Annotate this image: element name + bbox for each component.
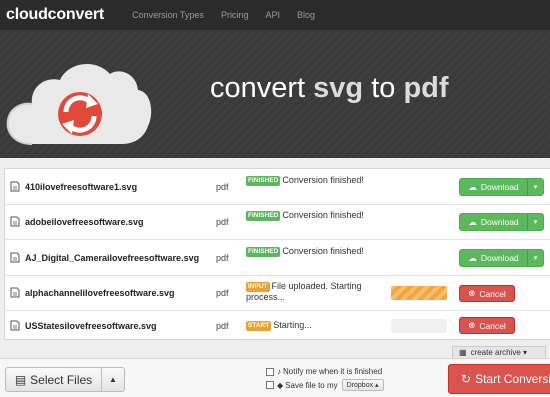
output-format[interactable]: pdf <box>216 217 229 227</box>
output-format[interactable]: pdf <box>216 321 229 331</box>
progress-fill <box>391 286 447 300</box>
page-title: convert svg to pdf <box>210 72 449 105</box>
output-format[interactable]: pdf <box>216 182 229 192</box>
file-name: USStatesilovefreesoftware.svg <box>25 321 157 331</box>
download-button[interactable]: ☁ Download ▾ <box>459 178 544 196</box>
file-name: 410ilovefreesoftware1.svg <box>25 182 138 192</box>
title-mid: to <box>363 72 404 104</box>
file-icon <box>10 320 20 331</box>
status-badge: START <box>246 321 272 331</box>
file-icon <box>10 181 20 192</box>
progress-bar <box>391 319 447 333</box>
cloud-logo-icon <box>6 63 152 145</box>
cloud-download-icon: ☁ <box>468 252 477 263</box>
status-text: Conversion finished! <box>282 246 364 256</box>
cancel-button[interactable]: ⊗ Cancel <box>459 317 515 334</box>
chevron-down-icon: ▾ <box>523 348 528 357</box>
select-files-button[interactable]: ▤ Select Files ▲ <box>5 367 125 392</box>
file-row: 410ilovefreesoftware1.svg pdf FINISHED Co… <box>5 169 550 205</box>
top-nav: cloudconvert Conversion Types Pricing AP… <box>0 0 550 30</box>
status-badge: FINISHED <box>246 211 281 221</box>
chevron-down-icon[interactable]: ▾ <box>528 254 543 262</box>
cancel-label: Cancel <box>479 320 506 331</box>
download-main[interactable]: ☁ Download <box>460 179 528 195</box>
nav-link-api[interactable]: API <box>265 10 280 20</box>
file-status: FINISHED Conversion finished! <box>246 210 386 221</box>
cancel-button[interactable]: ⊗ Cancel <box>459 285 515 302</box>
download-label: Download <box>480 253 519 263</box>
archive-icon: ▦ <box>459 348 467 357</box>
file-row: USStatesilovefreesoftware.svg pdf START S… <box>5 311 550 341</box>
file-icon <box>10 252 20 263</box>
start-label: Start Conversion <box>475 372 550 386</box>
times-circle-icon: ⊗ <box>468 288 476 298</box>
dropbox-icon: ◆ <box>277 380 284 390</box>
cloud-download-icon: ☁ <box>468 216 477 227</box>
file-row: adobeilovefreesoftware.svg pdf FINISHED C… <box>5 205 550 240</box>
chevron-down-icon[interactable]: ▾ <box>528 183 543 191</box>
times-circle-icon: ⊗ <box>468 320 476 330</box>
download-label: Download <box>480 182 519 192</box>
select-files-main[interactable]: ▤ Select Files <box>6 368 102 391</box>
file-name: AJ_Digital_Camerailovefreesoftware.svg <box>25 253 200 263</box>
select-files-label: Select Files <box>30 372 93 387</box>
output-format[interactable]: pdf <box>216 288 229 298</box>
chevron-down-icon[interactable]: ▾ <box>528 218 543 226</box>
cloud-download-icon: ☁ <box>468 181 477 192</box>
download-button[interactable]: ☁ Download ▾ <box>459 213 544 231</box>
nav-link-conversion-types[interactable]: Conversion Types <box>132 10 204 20</box>
chevron-up-icon[interactable]: ▲ <box>102 368 124 391</box>
brand-logo[interactable]: cloudconvert <box>6 6 104 24</box>
notify-option: ♪ Notify me when it is finished <box>266 367 382 376</box>
file-status: START Starting... <box>246 320 386 331</box>
file-icon <box>10 216 20 227</box>
bottom-bar: ▤ Select Files ▲ ♪ Notify me when it is f… <box>0 358 550 397</box>
download-main[interactable]: ☁ Download <box>460 250 528 266</box>
dropbox-select[interactable]: Dropbox ▴ <box>341 379 384 391</box>
file-list: 410ilovefreesoftware1.svg pdf FINISHED Co… <box>4 168 550 340</box>
nav-link-pricing[interactable]: Pricing <box>221 10 249 20</box>
download-button[interactable]: ☁ Download ▾ <box>459 249 544 267</box>
refresh-icon: ↻ <box>461 372 472 386</box>
status-badge: FINISHED <box>246 176 281 186</box>
file-status: FINISHED Conversion finished! <box>246 246 386 257</box>
status-text: Conversion finished! <box>282 175 364 185</box>
hero-banner: convert svg to pdf <box>0 30 550 158</box>
from-format: svg <box>313 72 364 104</box>
file-name: alphachannelilovefreesoftware.svg <box>25 288 175 298</box>
save-checkbox[interactable] <box>266 381 274 389</box>
file-status: FINISHED Conversion finished! <box>246 175 386 186</box>
notify-checkbox[interactable] <box>266 367 274 376</box>
status-text: Starting... <box>273 320 312 330</box>
progress-bar <box>391 286 447 300</box>
status-badge: INPUT <box>246 282 270 292</box>
download-label: Download <box>480 217 519 227</box>
file-row: alphachannelilovefreesoftware.svg pdf IN… <box>5 276 550 311</box>
archive-label: create archive <box>470 348 521 357</box>
download-main[interactable]: ☁ Download <box>460 214 528 230</box>
title-prefix: convert <box>210 72 314 104</box>
nav-link-blog[interactable]: Blog <box>297 10 315 20</box>
cancel-label: Cancel <box>479 288 506 299</box>
output-format[interactable]: pdf <box>216 253 229 263</box>
bell-icon: ♪ <box>277 367 281 376</box>
start-conversion-button[interactable]: ↻Start Conversion <box>448 364 550 394</box>
file-status: INPUT File uploaded. Starting process... <box>246 281 386 303</box>
dropbox-label: Dropbox <box>346 382 374 389</box>
to-format: pdf <box>403 72 449 104</box>
status-badge: FINISHED <box>246 247 281 257</box>
file-name: adobeilovefreesoftware.svg <box>25 217 144 227</box>
nav-links: Conversion Types Pricing API Blog <box>132 10 332 20</box>
notify-label: Notify me when it is finished <box>283 367 383 376</box>
file-row: AJ_Digital_Camerailovefreesoftware.svg p… <box>5 240 550 276</box>
save-label: Save file to my <box>285 380 338 390</box>
save-option: ◆ Save file to my Dropbox ▴ <box>266 379 384 391</box>
status-text: Conversion finished! <box>282 210 364 220</box>
file-icon: ▤ <box>14 372 27 387</box>
file-icon <box>10 287 20 298</box>
